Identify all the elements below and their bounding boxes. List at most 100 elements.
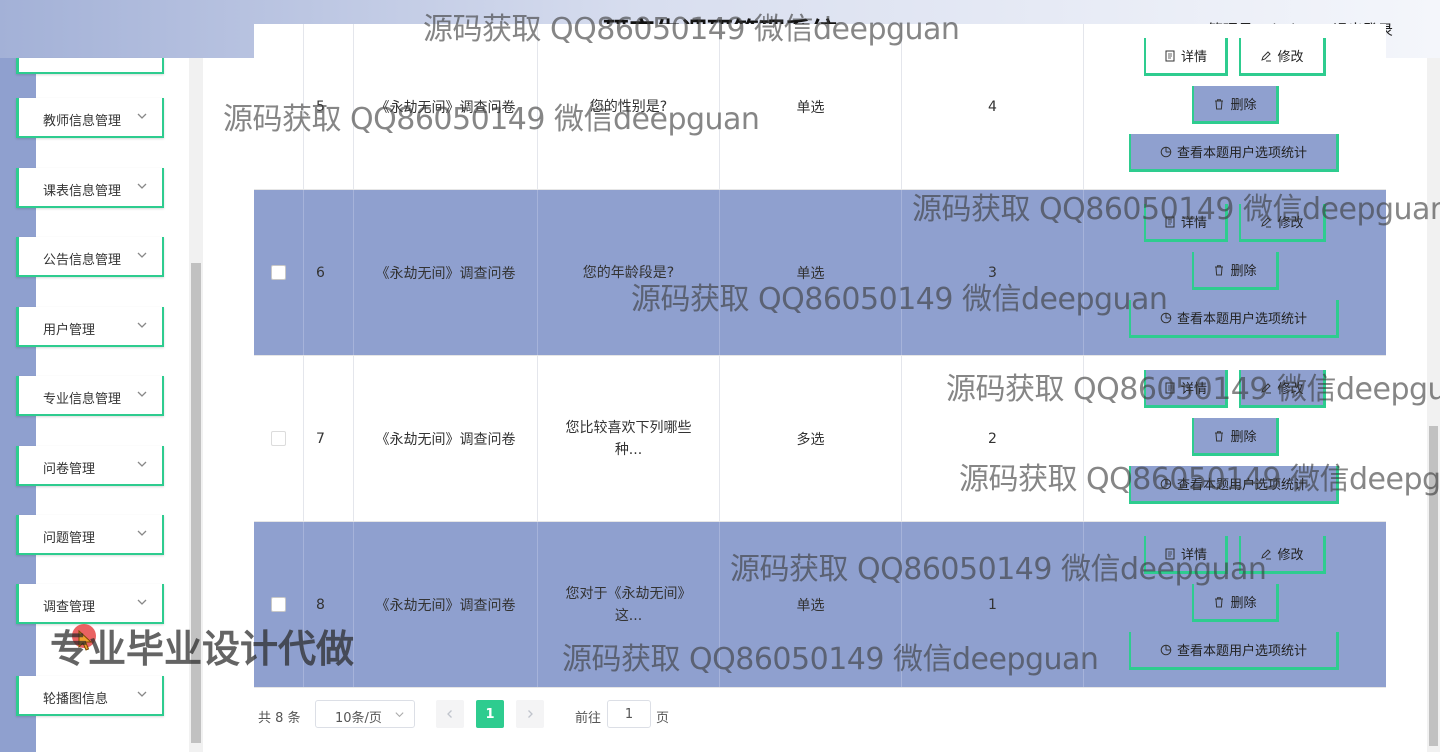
row-checkbox[interactable] (271, 265, 286, 280)
chevron-down-icon (137, 691, 147, 697)
delete-button[interactable]: 删除 (1192, 418, 1279, 456)
sidebar-item-label: 问卷管理 (43, 462, 96, 477)
sidebar-item-partial[interactable] (16, 58, 164, 74)
row-index: 8 (304, 522, 354, 687)
chevron-down-icon (137, 113, 147, 119)
detail-button[interactable]: 详情 (1144, 536, 1228, 574)
document-icon (1165, 548, 1175, 559)
row-question: 您的年龄段是? (538, 190, 720, 355)
sidebar-item-surveys[interactable]: 调查管理 (16, 584, 164, 624)
page-suffix: 页 (656, 711, 670, 726)
edit-label: 修改 (1277, 382, 1304, 397)
trash-icon (1215, 264, 1224, 275)
sidebar-item-label: 问题管理 (43, 531, 96, 546)
stats-label: 查看本题用户选项统计 (1176, 312, 1307, 327)
sidebar-item-questionnaires[interactable]: 问卷管理 (16, 446, 164, 486)
main-scrollbar[interactable] (1427, 58, 1440, 752)
edit-button[interactable]: 修改 (1239, 38, 1326, 76)
row-survey: 《永劫无间》调查问卷 (354, 24, 538, 189)
row-select-cell (254, 24, 304, 189)
row-question: 您的性别是? (538, 24, 720, 189)
total-count: 共 8 条 (258, 711, 301, 726)
sidebar-item-carousel[interactable]: 轮播图信息 (16, 676, 164, 716)
row-select-cell (254, 356, 304, 521)
sidebar-scrollbar[interactable] (189, 58, 203, 752)
sidebar-item-label: 用户管理 (43, 323, 96, 338)
delete-label: 删除 (1230, 430, 1257, 445)
detail-button[interactable]: 详情 (1144, 204, 1228, 242)
detail-button[interactable]: 详情 (1144, 370, 1228, 408)
next-page-button[interactable] (516, 700, 544, 728)
delete-button[interactable]: 删除 (1192, 86, 1279, 124)
sidebar-item-label: 公告信息管理 (43, 253, 122, 268)
detail-label: 详情 (1180, 548, 1207, 563)
pie-chart-icon (1160, 146, 1172, 157)
sidebar-item-timetable[interactable]: 课表信息管理 (16, 168, 164, 208)
sidebar-item-teachers[interactable]: 教师信息管理 (16, 98, 164, 138)
document-icon (1165, 382, 1175, 393)
page-size-select[interactable]: 10条/页 (315, 700, 415, 728)
row-survey: 《永劫无间》调查问卷 (354, 356, 538, 521)
row-checkbox[interactable] (271, 597, 286, 612)
mouse-pointer-icon (78, 630, 92, 651)
row-order: 4 (902, 24, 1084, 189)
edit-button[interactable]: 修改 (1239, 536, 1326, 574)
page-size-value: 10条/页 (335, 711, 382, 726)
trash-icon (1215, 596, 1224, 607)
sidebar-item-majors[interactable]: 专业信息管理 (16, 376, 164, 416)
main-scroll-thumb[interactable] (1429, 426, 1438, 746)
table-row: 7 《永劫无间》调查问卷 您比较喜欢下列哪些种... 多选 2 详情 修改 删除… (254, 356, 1386, 522)
sidebar-item-notices[interactable]: 公告信息管理 (16, 237, 164, 277)
edit-label: 修改 (1277, 548, 1304, 563)
edit-button[interactable]: 修改 (1239, 204, 1326, 242)
stats-label: 查看本题用户选项统计 (1176, 146, 1307, 161)
row-order: 1 (902, 522, 1084, 687)
sidebar-item-label: 轮播图信息 (43, 692, 109, 707)
edit-label: 修改 (1277, 50, 1304, 65)
stats-button[interactable]: 查看本题用户选项统计 (1129, 300, 1339, 338)
page-number[interactable]: 1 (476, 700, 504, 728)
row-checkbox[interactable] (271, 431, 286, 446)
stats-button[interactable]: 查看本题用户选项统计 (1129, 134, 1339, 172)
chevron-right-icon (528, 710, 533, 718)
row-order: 2 (902, 356, 1084, 521)
sidebar-item-users[interactable]: 用户管理 (16, 307, 164, 347)
chevron-down-icon (137, 322, 147, 328)
chevron-down-icon (137, 252, 147, 258)
delete-label: 删除 (1230, 264, 1257, 279)
row-select-cell (254, 522, 304, 687)
sidebar-scroll-thumb[interactable] (191, 263, 201, 743)
chevron-down-icon (137, 391, 147, 397)
delete-label: 删除 (1230, 98, 1257, 113)
sidebar-item-questions[interactable]: 问题管理 (16, 515, 164, 555)
row-order: 3 (902, 190, 1084, 355)
delete-label: 删除 (1230, 596, 1257, 611)
stats-label: 查看本题用户选项统计 (1176, 644, 1307, 659)
chevron-down-icon (137, 183, 147, 189)
detail-button[interactable]: 详情 (1144, 38, 1228, 76)
row-survey: 《永劫无间》调查问卷 (354, 522, 538, 687)
stats-button[interactable]: 查看本题用户选项统计 (1129, 466, 1339, 504)
table-row: 8 《永劫无间》调查问卷 您对于《永劫无间》这... 单选 1 详情 修改 删除… (254, 522, 1386, 688)
edit-icon (1261, 216, 1272, 227)
edit-icon (1261, 548, 1272, 559)
row-type: 单选 (720, 24, 902, 189)
document-icon (1165, 216, 1175, 227)
row-actions: 详情 修改 删除 查看本题用户选项统计 (1084, 356, 1386, 521)
stats-label: 查看本题用户选项统计 (1176, 478, 1307, 493)
delete-button[interactable]: 删除 (1192, 584, 1279, 622)
goto-page-input[interactable] (607, 700, 651, 728)
stats-button[interactable]: 查看本题用户选项统计 (1129, 632, 1339, 670)
row-index: 6 (304, 190, 354, 355)
prev-page-button[interactable] (436, 700, 464, 728)
row-index: 7 (304, 356, 354, 521)
edit-label: 修改 (1277, 216, 1304, 231)
delete-button[interactable]: 删除 (1192, 252, 1279, 290)
row-type: 单选 (720, 190, 902, 355)
chevron-down-icon (137, 461, 147, 467)
edit-button[interactable]: 修改 (1239, 370, 1326, 408)
row-actions: 详情 修改 删除 查看本题用户选项统计 (1084, 190, 1386, 355)
row-index: 5 (304, 24, 354, 189)
pie-chart-icon (1160, 312, 1172, 323)
sidebar-item-label: 调查管理 (43, 600, 96, 615)
